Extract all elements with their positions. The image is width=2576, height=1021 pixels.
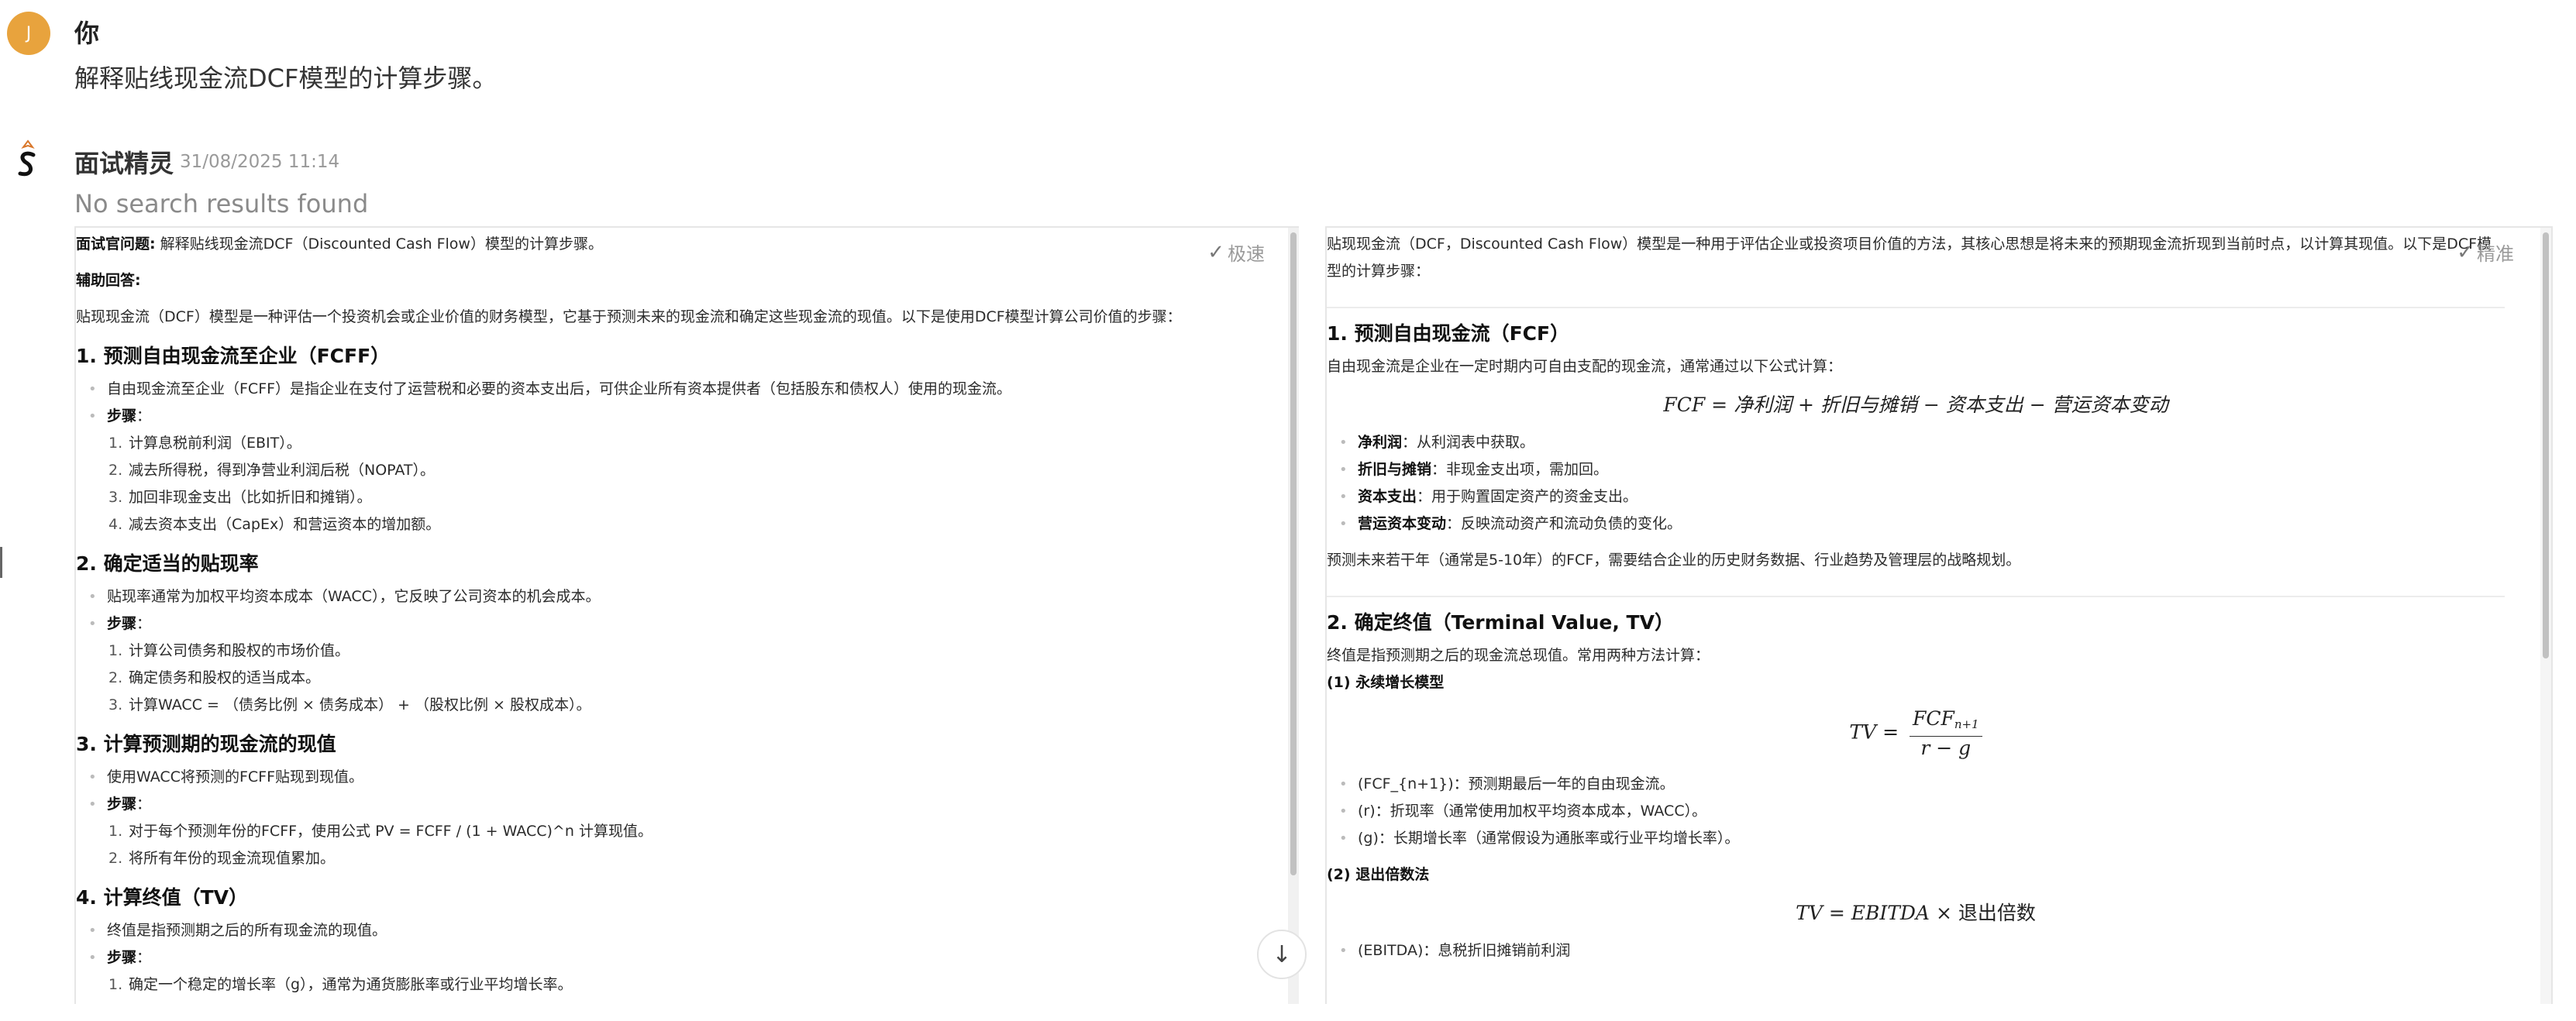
list-item: (FCF_{n+1})：预测期最后一年的自由现金流。 <box>1334 771 2505 798</box>
list-item: 使用WACC将预测的FCFF贴现到现值。 <box>84 764 1271 791</box>
list-item: 资本支出：用于购置固定资产的资金支出。 <box>1334 483 2505 510</box>
divider <box>1327 596 2505 597</box>
list-item: 3. 加回非现金支出（比如折旧和摊销）。 <box>108 489 372 506</box>
check-icon: ✓ <box>2457 240 2474 264</box>
fast-badge: ✓ 极速 <box>1207 240 1265 266</box>
list-item: 贴现率通常为加权平均资本成本（WACC），它反映了公司资本的机会成本。 <box>84 583 1271 610</box>
section-title: 4. 计算终值（TV） <box>76 886 248 909</box>
section-title: 3. 计算预测期的现金流的现值 <box>76 733 336 755</box>
fcf-formula: FCF = 净利润 + 折旧与摊销 − 资本支出 − 营运资本变动 <box>1663 394 2168 416</box>
section-title: 1. 预测自由现金流（FCF） <box>1327 322 1570 345</box>
list-item: 1. 确定一个稳定的增长率（g），通常为通货膨胀率或行业平均增长率。 <box>108 976 573 993</box>
section-title: 1. 预测自由现金流至企业（FCFF） <box>76 345 391 367</box>
list-item: 4. 减去资本支出（CapEx）和营运资本的增加额。 <box>108 516 441 533</box>
list-item: 步骤： <box>84 791 1271 818</box>
list-item: 2. 减去所得税，得到净营业利润后税（NOPAT）。 <box>108 462 436 479</box>
aux-label: 辅助回答: <box>76 272 141 289</box>
divider <box>1327 307 2505 308</box>
left-scrollbar[interactable] <box>1288 228 1299 1004</box>
list-item: 3. 计算WACC = （债务比例 × 债务成本） + （股权比例 × 股权成本）… <box>108 696 591 713</box>
list-item: 1. 计算息税前利润（EBIT）。 <box>108 435 301 452</box>
method-title: (2) 退出倍数法 <box>1327 866 1430 883</box>
intro-text: 贴现现金流（DCF，Discounted Cash Flow）模型是一种用于评估… <box>1327 235 2492 280</box>
user-message: 解释贴线现金流DCF模型的计算步骤。 <box>74 64 498 93</box>
user-name: 你 <box>74 19 100 48</box>
question-line: 面试官问题: 解释贴线现金流DCF（Discounted Cash Flow）模… <box>76 235 603 253</box>
section-desc: 自由现金流是企业在一定时期内可自由支配的现金流，通常通过以下公式计算： <box>1327 358 1843 375</box>
list-item: 2. 将所有年份的现金流现值累加。 <box>108 850 336 867</box>
section-title: 2. 确定适当的贴现率 <box>76 552 259 575</box>
intro-text: 贴现现金流（DCF）模型是一种评估一个投资机会或企业价值的财务模型，它基于预测未… <box>76 308 1182 325</box>
bot-name: 面试精灵 <box>74 149 174 178</box>
section-title: 2. 确定终值（Terminal Value, TV） <box>1327 611 1674 634</box>
list-item: 2. 确定债务和股权的适当成本。 <box>108 669 321 686</box>
list-item: (EBITDA)：息税折旧摊销前利润 <box>1334 937 2505 964</box>
list-item: 营运资本变动：反映流动资产和流动负债的变化。 <box>1334 510 2505 538</box>
list-item: 1. 对于每个预测年份的FCFF，使用公式 PV = FCFF / (1 + WA… <box>108 823 653 840</box>
precise-badge: ✓ 精准 <box>2457 240 2514 266</box>
avatar-letter: J <box>26 23 32 43</box>
no-search-results: No search results found <box>74 189 369 218</box>
list-item: (g)：长期增长率（通常假设为通胀率或行业平均增长率）。 <box>1334 825 2505 852</box>
bot-timestamp: 31/08/2025 11:14 <box>180 152 340 172</box>
bot-logo-icon <box>18 139 36 177</box>
tv-multiple-formula: TV = EBITDA × 退出倍数 <box>1796 902 2036 924</box>
arrow-down-icon: ↓ <box>1272 940 1292 968</box>
list-item: 步骤： <box>84 944 1271 971</box>
list-item: 折旧与摊销：非现金支出项，需加回。 <box>1334 456 2505 483</box>
list-item: 步骤： <box>84 403 1271 430</box>
list-item: 净利润：从利润表中获取。 <box>1334 429 2505 456</box>
list-item: 1. 计算公司债务和股权的市场价值。 <box>108 642 350 659</box>
list-item: (r)：折现率（通常使用加权平均资本成本，WACC）。 <box>1334 798 2505 825</box>
method-title: (1) 永续增长模型 <box>1327 674 1445 691</box>
check-icon: ✓ <box>1207 240 1224 264</box>
scroll-down-button[interactable]: ↓ <box>1257 930 1307 979</box>
list-item: 终值是指预测期之后的所有现金流的现值。 <box>84 917 1271 944</box>
tv-growth-formula: TV = FCFn+1 r − g <box>1327 707 2505 760</box>
right-scroll-thumb[interactable] <box>2543 232 2549 658</box>
right-scrollbar[interactable] <box>2540 228 2551 1004</box>
list-item: 自由现金流至企业（FCFF）是指企业在支付了运营税和必要的资本支出后，可供企业所… <box>84 376 1271 403</box>
list-item: 步骤： <box>84 610 1271 638</box>
user-avatar: J <box>7 12 50 55</box>
fast-answer-panel[interactable]: ✓ 极速 面试官问题: 解释贴线现金流DCF（Discounted Cash Fl… <box>74 226 1299 1004</box>
section-note: 预测未来若干年（通常是5-10年）的FCF，需要结合企业的历史财务数据、行业趋势… <box>1327 552 2021 569</box>
left-edge-marker <box>0 547 2 578</box>
precise-answer-panel[interactable]: ✓ 精准 贴现现金流（DCF，Discounted Cash Flow）模型是一种… <box>1325 226 2553 1004</box>
section-desc: 终值是指预测期之后的现金流总现值。常用两种方法计算： <box>1327 647 1710 664</box>
left-scroll-thumb[interactable] <box>1290 232 1297 875</box>
